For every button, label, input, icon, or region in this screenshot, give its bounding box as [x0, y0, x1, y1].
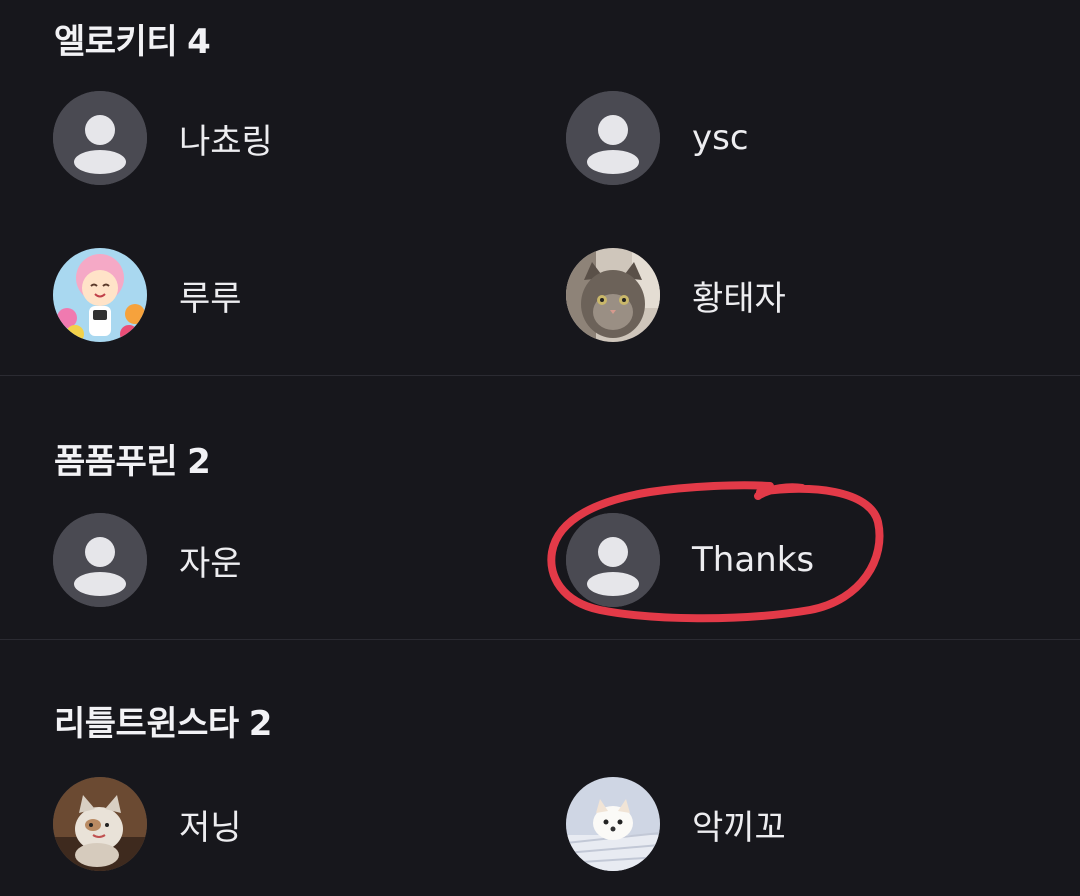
- default-avatar-icon: [53, 513, 147, 607]
- group-title-pompompurin: 폼폼푸린 2: [54, 434, 211, 483]
- member-item[interactable]: 황태자: [566, 247, 786, 343]
- group-count: 2: [187, 442, 211, 482]
- member-item[interactable]: 저닝: [53, 776, 242, 872]
- default-avatar-icon: [53, 91, 147, 185]
- member-item[interactable]: 악끼꼬: [566, 776, 786, 872]
- member-list-screen: 엘로키티 4 나쵸링 ysc 루루 황태자 폼폼푸린 2 자운 Thanks 리…: [0, 0, 1080, 896]
- dog-avatar: [566, 777, 660, 871]
- group-name: 폼폼푸린: [54, 442, 178, 482]
- cat-avatar: [566, 248, 660, 342]
- group-name: 엘로키티: [54, 22, 178, 62]
- member-name: 나쵸링: [179, 121, 273, 162]
- section-divider: [0, 639, 1080, 640]
- member-name: Thanks: [692, 540, 815, 580]
- member-name: 루루: [179, 278, 242, 319]
- default-avatar-icon: [566, 513, 660, 607]
- group-count: 2: [248, 704, 273, 744]
- member-name: 황태자: [692, 278, 786, 319]
- member-item[interactable]: 자운: [53, 512, 242, 608]
- group-title-hellokitty: 엘로키티 4: [54, 14, 211, 63]
- cat-avatar: [53, 777, 147, 871]
- section-divider: [0, 375, 1080, 376]
- character-avatar: [53, 248, 147, 342]
- group-title-littletwinstars: 리틀트윈스타 2: [54, 696, 272, 745]
- member-name: 자운: [179, 543, 242, 584]
- group-count: 4: [187, 22, 211, 62]
- member-item[interactable]: 나쵸링: [53, 90, 273, 186]
- member-item[interactable]: ysc: [566, 90, 749, 186]
- member-name: 악끼꼬: [692, 807, 786, 848]
- member-item[interactable]: Thanks: [566, 512, 814, 608]
- member-item[interactable]: 루루: [53, 247, 242, 343]
- default-avatar-icon: [566, 91, 660, 185]
- member-name: 저닝: [179, 807, 242, 848]
- group-name: 리틀트윈스타: [54, 704, 239, 744]
- member-name: ysc: [692, 118, 749, 158]
